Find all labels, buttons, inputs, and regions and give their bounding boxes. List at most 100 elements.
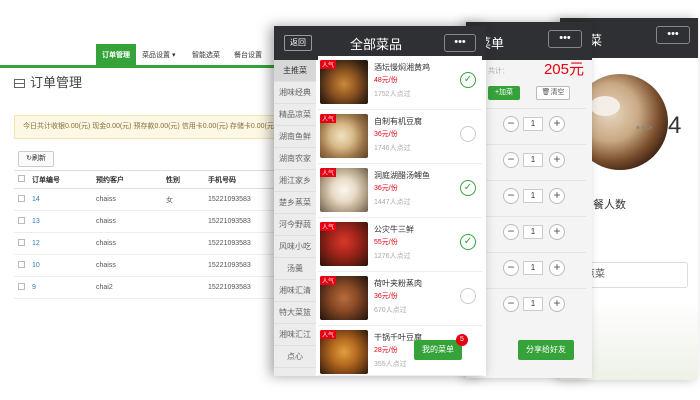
plus-icon[interactable]: + <box>549 224 565 240</box>
minus-icon[interactable]: − <box>503 188 519 204</box>
plus-icon[interactable]: + <box>549 260 565 276</box>
more-icon[interactable]: ••• <box>444 34 476 52</box>
plus-icon[interactable]: + <box>549 116 565 132</box>
quantity-value[interactable]: 1 <box>523 153 543 167</box>
check-icon[interactable]: ✓ <box>460 72 476 88</box>
customer: chaiss <box>92 188 162 211</box>
minus-icon[interactable]: − <box>503 260 519 276</box>
dish-order-count: 1746人点过 <box>374 145 411 152</box>
plus-icon[interactable]: + <box>549 188 565 204</box>
category-item[interactable]: 风味小吃 <box>274 236 316 258</box>
order-id[interactable]: 10 <box>28 254 92 277</box>
quantity-stepper[interactable]: − 1 + <box>503 260 565 278</box>
category-item[interactable]: 主推菜 <box>274 60 316 82</box>
dish-image: 人气 <box>320 330 368 374</box>
minus-icon[interactable]: − <box>503 224 519 240</box>
col-customer: 预约客户 <box>92 170 162 189</box>
share-button[interactable]: 分享给好友 <box>518 340 574 360</box>
checkbox[interactable] <box>18 283 25 290</box>
select-all-cell[interactable] <box>14 170 28 189</box>
dish-order-count: 1752人点过 <box>374 91 411 98</box>
quantity-stepper[interactable]: − 1 + <box>503 224 565 242</box>
customer: chaiss <box>92 254 162 277</box>
dish-item[interactable]: 人气 自制有机豆腐 36元/份 1746人点过 ✓ <box>318 110 482 164</box>
quantity-value[interactable]: 1 <box>523 297 543 311</box>
popular-tag: 人气 <box>320 168 337 177</box>
dish-item[interactable]: 人气 荷叶夹粉蒸肉 36元/份 670人点过 ✓ <box>318 272 482 326</box>
order-id[interactable]: 12 <box>28 232 92 255</box>
customer: chai2 <box>92 276 162 299</box>
dish-image: 人气 <box>320 60 368 104</box>
divider <box>476 216 586 217</box>
quantity-value[interactable]: 1 <box>523 189 543 203</box>
quantity-value[interactable]: 1 <box>523 261 543 275</box>
dishes-title: 全部菜品 <box>350 37 403 52</box>
quantity-value[interactable]: 1 <box>523 117 543 131</box>
minus-icon[interactable]: − <box>503 116 519 132</box>
page-title: 订单管理 <box>14 72 82 91</box>
category-item[interactable]: 湖南鱼鲜 <box>274 126 316 148</box>
divider <box>476 252 586 253</box>
category-item[interactable]: 点心 <box>274 346 316 368</box>
checkbox[interactable] <box>18 239 25 246</box>
order-id[interactable]: 13 <box>28 210 92 233</box>
dish-image: 人气 <box>320 168 368 212</box>
order-button[interactable]: 点菜 <box>576 262 688 288</box>
step-number: 4 <box>668 112 682 139</box>
dish-price: 36元/份 <box>374 293 398 300</box>
dish-name: 自制有机豆腐 <box>374 117 422 126</box>
dish-order-count: 1276人点过 <box>374 253 411 260</box>
category-item[interactable]: 特大菜篮 <box>274 302 316 324</box>
category-item[interactable]: 湘味汇清 <box>274 280 316 302</box>
category-item[interactable]: 汤羹 <box>274 258 316 280</box>
category-item[interactable]: 河今野蔬 <box>274 214 316 236</box>
checkbox[interactable] <box>18 195 25 202</box>
more-icon[interactable]: ••• <box>656 26 690 44</box>
back-button[interactable]: 返回 <box>284 35 312 51</box>
nav-smart-pick[interactable]: 智能选菜 <box>186 48 226 64</box>
add-dish-button[interactable]: +加菜 <box>488 86 520 100</box>
minus-icon[interactable]: − <box>503 296 519 312</box>
category-item[interactable]: 楚乡蒸菜 <box>274 192 316 214</box>
order-id[interactable]: 14 <box>28 188 92 211</box>
checkbox[interactable] <box>18 217 25 224</box>
quantity-stepper[interactable]: − 1 + <box>503 296 565 314</box>
divider <box>476 288 586 289</box>
my-menu-button[interactable]: 我的菜单 <box>414 340 462 360</box>
dish-name: 公灾牛三鲜 <box>374 225 414 234</box>
category-item[interactable]: 湘味汇江 <box>274 324 316 346</box>
col-order-id: 订单编号 <box>28 170 92 189</box>
category-item[interactable]: 湖南农家 <box>274 148 316 170</box>
dish-image: 人气 <box>320 276 368 320</box>
dish-item[interactable]: 人气 公灾牛三鲜 55元/份 1276人点过 ✓ <box>318 218 482 272</box>
quantity-stepper[interactable]: − 1 + <box>503 152 565 170</box>
quantity-stepper[interactable]: − 1 + <box>503 116 565 134</box>
step-arrow: • • > <box>636 122 652 134</box>
minus-icon[interactable]: − <box>503 152 519 168</box>
clear-menu-button[interactable]: 🗑清空 <box>536 86 570 100</box>
plus-icon[interactable]: + <box>549 296 565 312</box>
check-icon[interactable]: ✓ <box>460 234 476 250</box>
nav-orders[interactable]: 订单管理 <box>96 44 136 68</box>
total-row: 共计： 205元 <box>482 58 590 82</box>
nav-dish-settings[interactable]: 菜品设置 ▾ <box>136 48 181 64</box>
checkbox[interactable] <box>18 261 25 268</box>
more-icon[interactable]: ••• <box>548 30 582 48</box>
category-item[interactable]: 精品凉菜 <box>274 104 316 126</box>
category-item[interactable]: 湘味经典 <box>274 82 316 104</box>
category-item[interactable]: 湘江家乡 <box>274 170 316 192</box>
quantity-stepper[interactable]: − 1 + <box>503 188 565 206</box>
dish-item[interactable]: 人气 酒坛慢焖湘黄鸡 48元/份 1752人点过 ✓ <box>318 56 482 110</box>
check-icon[interactable]: ✓ <box>460 288 476 304</box>
nav-table-settings[interactable]: 餐台设置 <box>228 48 268 64</box>
dish-image: 人气 <box>320 114 368 158</box>
check-icon[interactable]: ✓ <box>460 126 476 142</box>
order-id[interactable]: 9 <box>28 276 92 299</box>
quantity-value[interactable]: 1 <box>523 225 543 239</box>
checkbox[interactable] <box>18 175 25 182</box>
check-icon[interactable]: ✓ <box>460 180 476 196</box>
plus-icon[interactable]: + <box>549 152 565 168</box>
dish-name: 洞庭湖醋汤鲤鱼 <box>374 171 430 180</box>
refresh-button[interactable]: ↻刷新 <box>18 151 54 167</box>
dish-item[interactable]: 人气 洞庭湖醋汤鲤鱼 36元/份 1447人点过 ✓ <box>318 164 482 218</box>
